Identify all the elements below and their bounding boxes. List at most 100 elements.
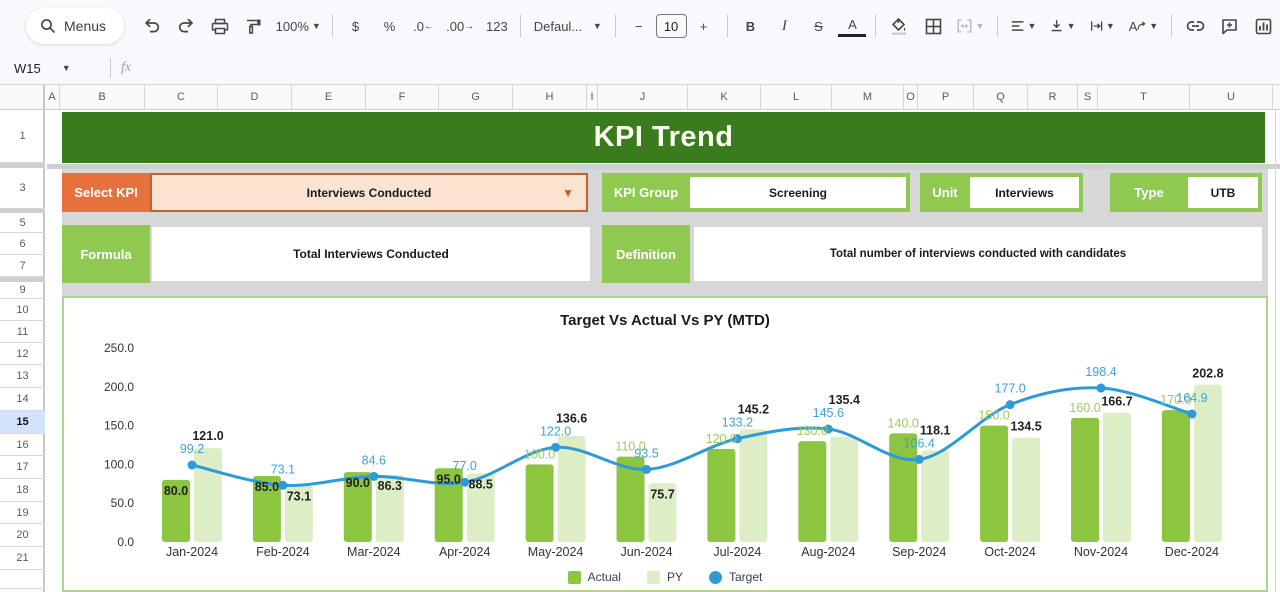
legend-swatch-actual bbox=[568, 571, 581, 584]
select-all-corner[interactable] bbox=[0, 85, 45, 109]
decrease-font-size-button[interactable]: − bbox=[625, 12, 653, 40]
svg-text:86.3: 86.3 bbox=[378, 479, 402, 493]
row-header-12[interactable]: 12 bbox=[0, 343, 45, 365]
horizontal-align-button[interactable]: ▼ bbox=[1007, 12, 1040, 40]
column-header-M[interactable]: M bbox=[832, 85, 904, 109]
undo-button[interactable] bbox=[138, 12, 166, 40]
insert-link-button[interactable] bbox=[1181, 12, 1209, 40]
svg-text:140.0: 140.0 bbox=[888, 416, 919, 430]
svg-text:145.6: 145.6 bbox=[813, 406, 844, 420]
text-rotation-button[interactable]: A▼ bbox=[1125, 12, 1162, 40]
kpi-select-dropdown[interactable]: Interviews Conducted ▼ bbox=[150, 173, 588, 212]
kpi-trend-chart[interactable]: Target Vs Actual Vs PY (MTD) 0.050.0100.… bbox=[62, 296, 1268, 592]
italic-button[interactable]: I bbox=[770, 12, 798, 40]
row-header-17[interactable]: 17 bbox=[0, 456, 45, 479]
number-format-button[interactable]: 123 bbox=[483, 12, 511, 40]
svg-text:Mar-2024: Mar-2024 bbox=[347, 545, 401, 559]
font-size-input[interactable]: 10 bbox=[656, 14, 687, 38]
kpi-group-value: Screening bbox=[690, 177, 906, 208]
column-header-B[interactable]: B bbox=[60, 85, 145, 109]
insert-comment-button[interactable] bbox=[1215, 12, 1243, 40]
column-header-U[interactable]: U bbox=[1190, 85, 1273, 109]
row-header-16[interactable]: 16 bbox=[0, 434, 45, 456]
column-header-K[interactable]: K bbox=[688, 85, 761, 109]
svg-text:95.0: 95.0 bbox=[437, 472, 461, 486]
row-header-20[interactable]: 20 bbox=[0, 524, 45, 547]
unit-value: Interviews bbox=[970, 177, 1079, 208]
decrease-decimal-button[interactable]: .0← bbox=[410, 12, 438, 40]
column-header-F[interactable]: F bbox=[366, 85, 439, 109]
font-select[interactable]: Defaul...▼ bbox=[530, 12, 606, 40]
text-wrap-button[interactable]: ▼ bbox=[1086, 12, 1119, 40]
menus-label: Menus bbox=[64, 18, 106, 34]
row-header-10[interactable]: 10 bbox=[0, 299, 45, 321]
chevron-down-icon: ▼ bbox=[312, 21, 321, 31]
increase-decimal-button[interactable]: .00→ bbox=[444, 12, 477, 40]
row-header-21[interactable]: 21 bbox=[0, 547, 45, 570]
format-currency-button[interactable]: $ bbox=[342, 12, 370, 40]
definition-label: Definition bbox=[602, 225, 690, 283]
row-header-6[interactable]: 6 bbox=[0, 233, 45, 255]
column-header-A[interactable]: A bbox=[45, 85, 60, 109]
column-header-P[interactable]: P bbox=[918, 85, 974, 109]
chevron-down-icon: ▼ bbox=[975, 21, 984, 31]
borders-icon bbox=[925, 18, 942, 35]
legend-item-py: PY bbox=[647, 570, 683, 584]
column-header-O[interactable]: O bbox=[904, 85, 918, 109]
kpi-group-label: KPI Group bbox=[602, 173, 690, 212]
column-header-Q[interactable]: Q bbox=[974, 85, 1028, 109]
menus-button[interactable]: Menus bbox=[26, 8, 124, 44]
column-header-E[interactable]: E bbox=[292, 85, 366, 109]
column-header-D[interactable]: D bbox=[218, 85, 292, 109]
print-button[interactable] bbox=[206, 12, 234, 40]
strikethrough-button[interactable]: S bbox=[804, 12, 832, 40]
insert-chart-button[interactable] bbox=[1249, 12, 1277, 40]
row-header-9[interactable]: 9 bbox=[0, 282, 45, 299]
bold-button[interactable]: B bbox=[736, 12, 764, 40]
row-header-11[interactable]: 11 bbox=[0, 321, 45, 343]
row-header-3[interactable]: 3 bbox=[0, 168, 45, 209]
row-header-13[interactable]: 13 bbox=[0, 365, 45, 388]
page-title: KPI Trend bbox=[594, 121, 734, 154]
row-header-15[interactable]: 15 bbox=[0, 411, 45, 434]
bar-py-Nov-2024 bbox=[1103, 413, 1131, 542]
column-header-G[interactable]: G bbox=[439, 85, 513, 109]
bar-py-Aug-2024 bbox=[830, 437, 858, 542]
borders-button[interactable] bbox=[919, 12, 947, 40]
vertical-align-button[interactable]: ▼ bbox=[1046, 12, 1079, 40]
column-header-C[interactable]: C bbox=[145, 85, 218, 109]
column-header-T[interactable]: T bbox=[1098, 85, 1190, 109]
column-header-I[interactable]: I bbox=[587, 85, 598, 109]
row-header-hidden[interactable] bbox=[0, 570, 45, 589]
fill-color-button[interactable] bbox=[885, 12, 913, 40]
column-header-H[interactable]: H bbox=[513, 85, 587, 109]
formula-input[interactable] bbox=[143, 52, 1280, 84]
chart-icon bbox=[1255, 18, 1272, 35]
increase-font-size-button[interactable]: + bbox=[690, 12, 718, 40]
svg-text:118.1: 118.1 bbox=[920, 423, 951, 437]
svg-text:Jun-2024: Jun-2024 bbox=[620, 545, 672, 559]
redo-button[interactable] bbox=[172, 12, 200, 40]
format-percent-button[interactable]: % bbox=[376, 12, 404, 40]
svg-text:Jan-2024: Jan-2024 bbox=[166, 545, 218, 559]
text-color-button[interactable]: A bbox=[838, 15, 866, 37]
row-header-14[interactable]: 14 bbox=[0, 388, 45, 411]
svg-text:121.0: 121.0 bbox=[192, 429, 223, 443]
zoom-select[interactable]: 100%▼ bbox=[274, 12, 323, 40]
type-label: Type bbox=[1110, 173, 1188, 212]
bar-actual-May-2024 bbox=[526, 464, 554, 542]
paint-format-button[interactable] bbox=[240, 12, 268, 40]
row-header-7[interactable]: 7 bbox=[0, 255, 45, 277]
row-header-1[interactable]: 1 bbox=[0, 110, 45, 163]
column-header-partial[interactable] bbox=[1273, 85, 1280, 109]
merge-cells-button[interactable]: ▼ bbox=[953, 12, 988, 40]
row-header-5[interactable]: 5 bbox=[0, 213, 45, 233]
name-box[interactable]: W15 ▼ bbox=[0, 52, 100, 84]
row-header-19[interactable]: 19 bbox=[0, 502, 45, 524]
column-header-L[interactable]: L bbox=[761, 85, 832, 109]
svg-text:145.2: 145.2 bbox=[738, 403, 769, 417]
row-header-18[interactable]: 18 bbox=[0, 479, 45, 502]
column-header-S[interactable]: S bbox=[1078, 85, 1098, 109]
column-header-R[interactable]: R bbox=[1028, 85, 1078, 109]
column-header-J[interactable]: J bbox=[598, 85, 688, 109]
